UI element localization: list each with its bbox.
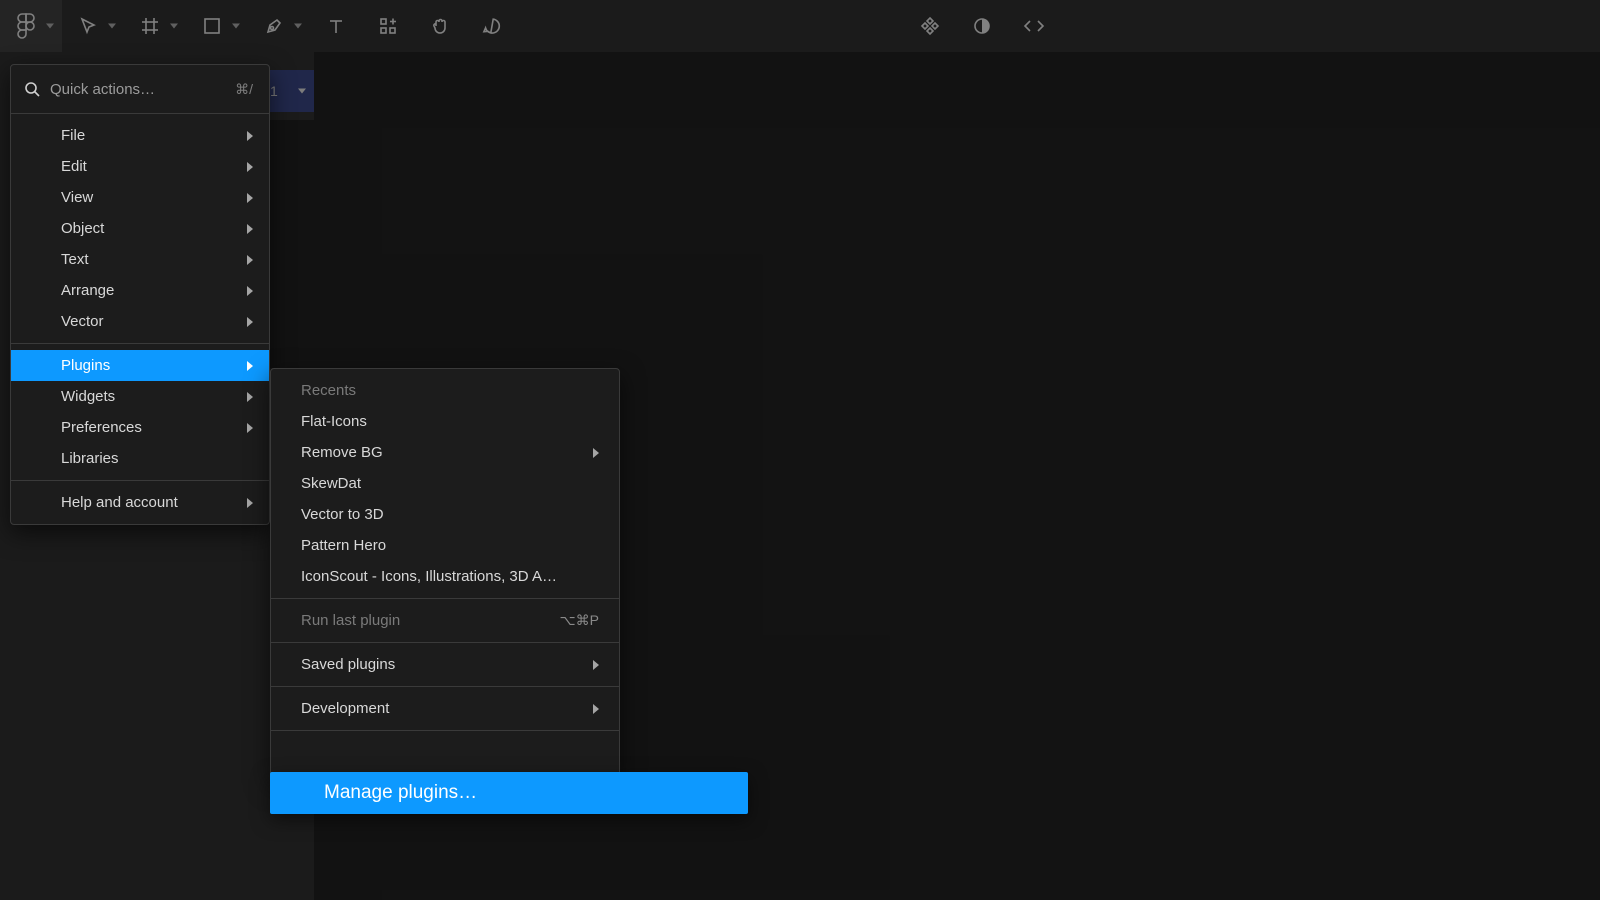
submenu-item-vector-to-3d[interactable]: Vector to 3D <box>271 499 619 530</box>
menu-item-object[interactable]: Object <box>11 213 269 244</box>
caret-down-icon <box>170 24 178 29</box>
caret-down-icon <box>46 24 54 29</box>
menu-separator <box>11 343 269 344</box>
quick-actions-shortcut: ⌘/ <box>235 81 253 98</box>
submenu-item-run-last-plugin[interactable]: Run last plugin⌥⌘P <box>271 605 619 636</box>
menu-item-libraries[interactable]: Libraries <box>11 443 269 474</box>
caret-down-icon <box>232 24 240 29</box>
chevron-right-icon <box>247 255 253 265</box>
submenu-shortcut: ⌥⌘P <box>560 612 599 629</box>
shape-tool-button[interactable] <box>186 0 248 52</box>
chevron-right-icon <box>247 317 253 327</box>
menu-item-view[interactable]: View <box>11 182 269 213</box>
menu-item-vector[interactable]: Vector <box>11 306 269 337</box>
submenu-recents-header: Recents <box>271 375 619 406</box>
comment-icon <box>482 16 502 36</box>
submenu-separator <box>271 598 619 599</box>
chevron-right-icon <box>247 392 253 402</box>
dev-mode-button[interactable] <box>1008 0 1060 52</box>
move-tool-button[interactable] <box>62 0 124 52</box>
menu-item-plugins[interactable]: Plugins <box>11 350 269 381</box>
chevron-right-icon <box>247 131 253 141</box>
rectangle-icon <box>203 17 221 35</box>
page-number-label: 1 <box>270 83 278 99</box>
menu-separator <box>11 480 269 481</box>
text-tool-button[interactable] <box>310 0 362 52</box>
caret-down-icon <box>294 24 302 29</box>
toolbar-right-group <box>904 0 1600 52</box>
menu-item-text[interactable]: Text <box>11 244 269 275</box>
chevron-right-icon <box>247 423 253 433</box>
caret-down-icon <box>298 89 306 94</box>
chevron-right-icon <box>593 704 599 714</box>
text-icon <box>327 17 345 35</box>
menu-item-preferences[interactable]: Preferences <box>11 412 269 443</box>
frame-tool-button[interactable] <box>124 0 186 52</box>
submenu-separator <box>271 686 619 687</box>
caret-down-icon <box>108 24 116 29</box>
menu-item-file[interactable]: File <box>11 120 269 151</box>
submenu-item-flat-icons[interactable]: Flat-Icons <box>271 406 619 437</box>
submenu-item-remove-bg[interactable]: Remove BG <box>271 437 619 468</box>
chevron-right-icon <box>247 224 253 234</box>
plugins-submenu: Recents Flat-Icons Remove BG SkewDat Vec… <box>270 368 620 778</box>
chevron-right-icon <box>593 660 599 670</box>
submenu-item-pattern-hero[interactable]: Pattern Hero <box>271 530 619 561</box>
menu-item-arrange[interactable]: Arrange <box>11 275 269 306</box>
resources-tool-button[interactable] <box>362 0 414 52</box>
hand-tool-button[interactable] <box>414 0 466 52</box>
chevron-right-icon <box>247 286 253 296</box>
submenu-item-development[interactable]: Development <box>271 693 619 724</box>
chevron-right-icon <box>593 448 599 458</box>
components-button[interactable] <box>904 0 956 52</box>
chevron-right-icon <box>247 162 253 172</box>
pen-icon <box>265 17 283 35</box>
comment-tool-button[interactable] <box>466 0 518 52</box>
submenu-separator <box>271 730 619 731</box>
app-menu-button[interactable] <box>0 0 62 52</box>
chevron-right-icon <box>247 361 253 371</box>
submenu-item-iconscout[interactable]: IconScout - Icons, Illustrations, 3D A… <box>271 561 619 592</box>
chevron-right-icon <box>247 498 253 508</box>
dark-mode-button[interactable] <box>956 0 1008 52</box>
code-icon <box>1023 17 1045 35</box>
component-icon <box>920 16 940 36</box>
submenu-item-skewdat[interactable]: SkewDat <box>271 468 619 499</box>
submenu-item-manage-plugins[interactable]: Manage plugins… <box>270 772 748 814</box>
toolbar-left-group <box>0 0 518 52</box>
menu-item-widgets[interactable]: Widgets <box>11 381 269 412</box>
menu-separator <box>11 113 269 114</box>
grid-plus-icon <box>379 17 397 35</box>
main-menu: Quick actions… ⌘/ File Edit View Object … <box>10 64 270 525</box>
cursor-icon <box>79 17 97 35</box>
frame-icon <box>141 17 159 35</box>
half-circle-icon <box>972 16 992 36</box>
pen-tool-button[interactable] <box>248 0 310 52</box>
chevron-right-icon <box>247 193 253 203</box>
menu-item-edit[interactable]: Edit <box>11 151 269 182</box>
manage-plugins-label: Manage plugins… <box>324 782 477 804</box>
menu-item-help[interactable]: Help and account <box>11 487 269 518</box>
figma-logo-icon <box>17 13 35 39</box>
hand-icon <box>431 17 449 35</box>
submenu-item-saved-plugins[interactable]: Saved plugins <box>271 649 619 680</box>
quick-actions-row[interactable]: Quick actions… ⌘/ <box>11 71 269 107</box>
submenu-separator <box>271 642 619 643</box>
top-toolbar <box>0 0 1600 52</box>
search-icon <box>25 82 40 97</box>
quick-actions-placeholder: Quick actions… <box>50 81 225 98</box>
